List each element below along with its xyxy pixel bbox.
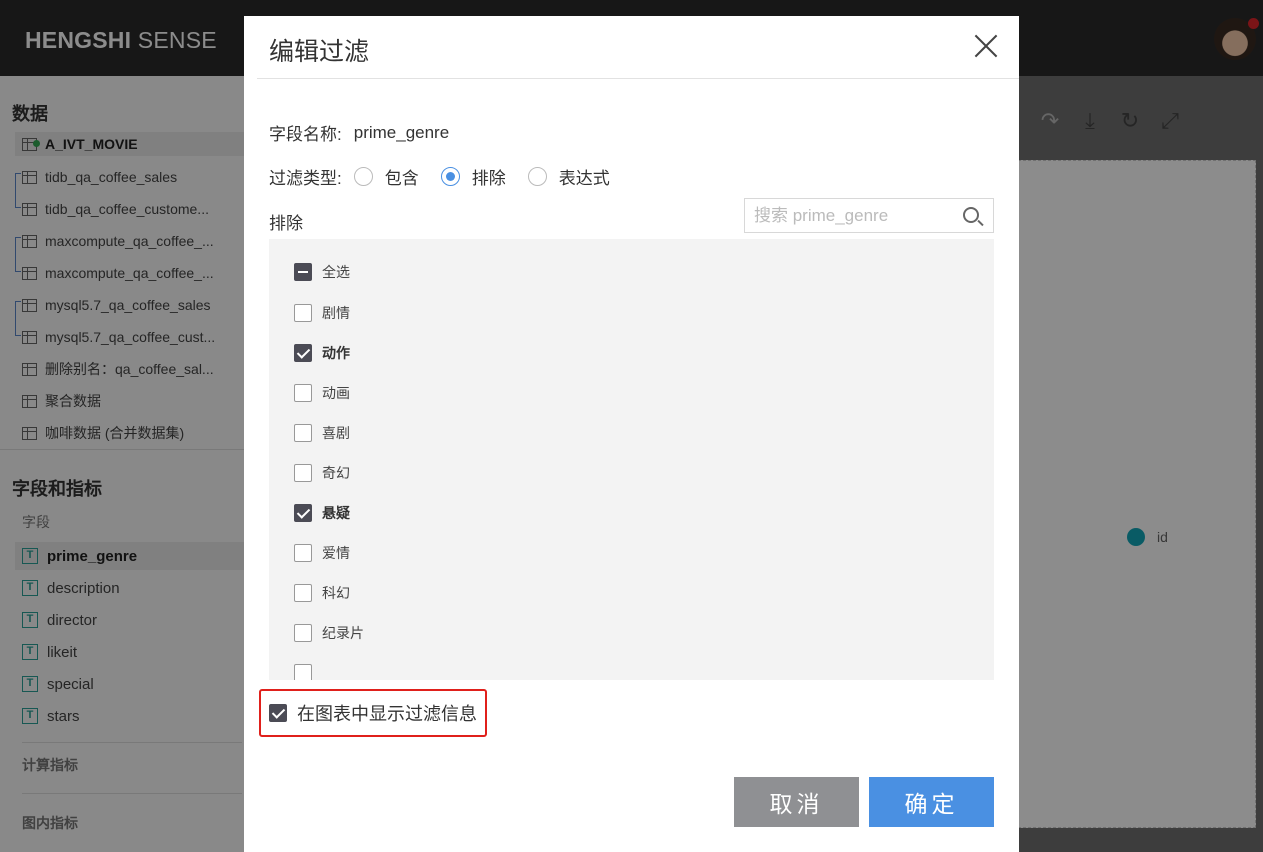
list-item[interactable]: 剧情 bbox=[294, 303, 350, 323]
field-name-label: 字段名称: bbox=[269, 125, 342, 144]
search-input[interactable] bbox=[754, 205, 954, 226]
checkbox-indeterminate[interactable] bbox=[294, 263, 312, 281]
filter-type-label: 过滤类型: bbox=[269, 169, 342, 188]
dialog-title: 编辑过滤 bbox=[269, 38, 370, 66]
checkbox[interactable] bbox=[294, 384, 312, 402]
show-filter-info-option[interactable]: 在图表中显示过滤信息 bbox=[259, 689, 487, 737]
list-label: 排除 bbox=[269, 214, 303, 233]
checkbox-checked[interactable] bbox=[294, 504, 312, 522]
checkbox[interactable] bbox=[294, 584, 312, 602]
radio-include[interactable]: 包含 bbox=[353, 164, 419, 189]
list-item[interactable]: 动作 bbox=[294, 343, 350, 363]
cancel-button[interactable]: 取消 bbox=[734, 777, 859, 827]
edit-filter-dialog: 编辑过滤 字段名称: prime_genre 过滤类型: 包含 排除 表达式 排… bbox=[244, 16, 1019, 852]
field-name-value: prime_genre bbox=[353, 122, 450, 142]
list-item[interactable]: 纪录片 bbox=[294, 623, 364, 643]
checkbox[interactable] bbox=[294, 424, 312, 442]
checkbox[interactable] bbox=[294, 664, 312, 680]
filter-type-row: 过滤类型: 包含 排除 表达式 bbox=[269, 164, 620, 189]
checkbox[interactable] bbox=[294, 624, 312, 642]
checkbox[interactable] bbox=[294, 304, 312, 322]
checkbox[interactable] bbox=[294, 544, 312, 562]
list-item[interactable]: 科幻 bbox=[294, 583, 350, 603]
radio-exclude[interactable]: 排除 bbox=[440, 164, 506, 189]
show-filter-info-label: 在图表中显示过滤信息 bbox=[297, 704, 477, 724]
radio-expression[interactable]: 表达式 bbox=[527, 164, 610, 189]
confirm-button[interactable]: 确定 bbox=[869, 777, 994, 827]
checkbox-checked[interactable] bbox=[294, 344, 312, 362]
search-box[interactable] bbox=[744, 198, 994, 233]
title-divider bbox=[257, 78, 1019, 79]
radio-circle-selected[interactable] bbox=[440, 167, 460, 186]
value-list[interactable]: 全选 剧情 动作 动画 喜剧 奇幻 悬疑 爱情 科幻 纪录片 bbox=[269, 239, 994, 680]
list-item[interactable]: 爱情 bbox=[294, 543, 350, 563]
checkbox-checked[interactable] bbox=[269, 704, 287, 722]
select-all-option[interactable]: 全选 bbox=[294, 262, 350, 282]
checkbox[interactable] bbox=[294, 464, 312, 482]
radio-circle[interactable] bbox=[353, 167, 373, 186]
list-item-partial[interactable] bbox=[294, 663, 322, 680]
field-name-row: 字段名称: prime_genre bbox=[269, 120, 449, 145]
list-item[interactable]: 喜剧 bbox=[294, 423, 350, 443]
list-item[interactable]: 奇幻 bbox=[294, 463, 350, 483]
search-icon[interactable] bbox=[963, 207, 979, 223]
list-item[interactable]: 悬疑 bbox=[294, 503, 350, 523]
list-item[interactable]: 动画 bbox=[294, 383, 350, 403]
close-icon[interactable] bbox=[973, 33, 999, 59]
radio-circle[interactable] bbox=[527, 167, 547, 186]
